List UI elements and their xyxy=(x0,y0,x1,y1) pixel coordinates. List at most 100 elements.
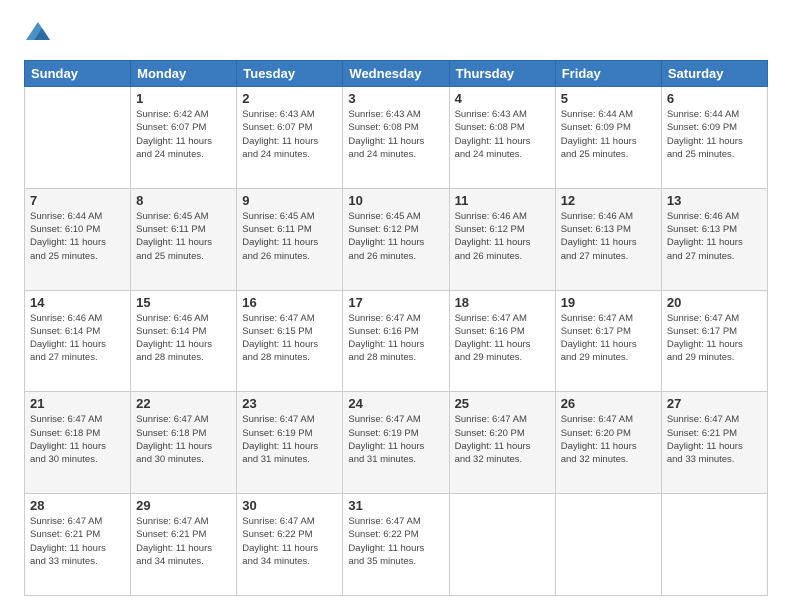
calendar-header-row: SundayMondayTuesdayWednesdayThursdayFrid… xyxy=(25,61,768,87)
calendar-cell: 18 Sunrise: 6:47 AM Sunset: 6:16 PM Dayli… xyxy=(449,290,555,392)
day-info: Sunrise: 6:44 AM Sunset: 6:10 PM Dayligh… xyxy=(30,210,125,263)
calendar-cell xyxy=(555,494,661,596)
calendar-cell: 9 Sunrise: 6:45 AM Sunset: 6:11 PM Daylig… xyxy=(237,188,343,290)
day-info: Sunrise: 6:45 AM Sunset: 6:12 PM Dayligh… xyxy=(348,210,443,263)
calendar-week-row: 14 Sunrise: 6:46 AM Sunset: 6:14 PM Dayli… xyxy=(25,290,768,392)
day-info: Sunrise: 6:46 AM Sunset: 6:13 PM Dayligh… xyxy=(561,210,656,263)
day-number: 7 xyxy=(30,193,125,208)
day-number: 15 xyxy=(136,295,231,310)
day-number: 3 xyxy=(348,91,443,106)
calendar-cell: 17 Sunrise: 6:47 AM Sunset: 6:16 PM Dayli… xyxy=(343,290,449,392)
day-info: Sunrise: 6:47 AM Sunset: 6:22 PM Dayligh… xyxy=(348,515,443,568)
day-info: Sunrise: 6:45 AM Sunset: 6:11 PM Dayligh… xyxy=(136,210,231,263)
calendar-cell: 21Sunrise: 6:47 AM Sunset: 6:18 PM Dayli… xyxy=(25,392,131,494)
day-info: Sunrise: 6:46 AM Sunset: 6:13 PM Dayligh… xyxy=(667,210,762,263)
day-number: 10 xyxy=(348,193,443,208)
calendar-cell: 1 Sunrise: 6:42 AM Sunset: 6:07 PM Daylig… xyxy=(131,87,237,189)
calendar-cell xyxy=(661,494,767,596)
page: SundayMondayTuesdayWednesdayThursdayFrid… xyxy=(0,0,792,612)
day-number: 2 xyxy=(242,91,337,106)
day-number: 17 xyxy=(348,295,443,310)
day-info: Sunrise: 6:47 AM Sunset: 6:21 PM Dayligh… xyxy=(30,515,125,568)
calendar-cell: 19 Sunrise: 6:47 AM Sunset: 6:17 PM Dayli… xyxy=(555,290,661,392)
day-info: Sunrise: 6:47 AM Sunset: 6:21 PM Dayligh… xyxy=(136,515,231,568)
day-info: Sunrise: 6:47 AM Sunset: 6:21 PM Dayligh… xyxy=(667,413,762,466)
day-number: 20 xyxy=(667,295,762,310)
day-info: Sunrise: 6:47 AM Sunset: 6:17 PM Dayligh… xyxy=(667,312,762,365)
calendar-cell: 10 Sunrise: 6:45 AM Sunset: 6:12 PM Dayli… xyxy=(343,188,449,290)
calendar-week-row: 28 Sunrise: 6:47 AM Sunset: 6:21 PM Dayli… xyxy=(25,494,768,596)
calendar-day-header: Wednesday xyxy=(343,61,449,87)
calendar-cell: 4Sunrise: 6:43 AM Sunset: 6:08 PM Daylig… xyxy=(449,87,555,189)
calendar-day-header: Monday xyxy=(131,61,237,87)
calendar-day-header: Sunday xyxy=(25,61,131,87)
calendar-table: SundayMondayTuesdayWednesdayThursdayFrid… xyxy=(24,60,768,596)
calendar-cell: 25Sunrise: 6:47 AM Sunset: 6:20 PM Dayli… xyxy=(449,392,555,494)
day-number: 22 xyxy=(136,396,231,411)
day-number: 31 xyxy=(348,498,443,513)
calendar-cell: 3 Sunrise: 6:43 AM Sunset: 6:08 PM Daylig… xyxy=(343,87,449,189)
logo-icon xyxy=(24,20,52,48)
day-number: 24 xyxy=(348,396,443,411)
calendar-cell xyxy=(449,494,555,596)
day-info: Sunrise: 6:46 AM Sunset: 6:14 PM Dayligh… xyxy=(136,312,231,365)
day-number: 19 xyxy=(561,295,656,310)
calendar-cell xyxy=(25,87,131,189)
logo xyxy=(24,20,56,48)
calendar-cell: 23Sunrise: 6:47 AM Sunset: 6:19 PM Dayli… xyxy=(237,392,343,494)
calendar-cell: 6 Sunrise: 6:44 AM Sunset: 6:09 PM Daylig… xyxy=(661,87,767,189)
calendar-day-header: Thursday xyxy=(449,61,555,87)
day-number: 5 xyxy=(561,91,656,106)
calendar-week-row: 21Sunrise: 6:47 AM Sunset: 6:18 PM Dayli… xyxy=(25,392,768,494)
calendar-cell: 31 Sunrise: 6:47 AM Sunset: 6:22 PM Dayli… xyxy=(343,494,449,596)
day-number: 21 xyxy=(30,396,125,411)
calendar-cell: 13 Sunrise: 6:46 AM Sunset: 6:13 PM Dayli… xyxy=(661,188,767,290)
day-info: Sunrise: 6:46 AM Sunset: 6:12 PM Dayligh… xyxy=(455,210,550,263)
day-number: 13 xyxy=(667,193,762,208)
calendar-cell: 15 Sunrise: 6:46 AM Sunset: 6:14 PM Dayli… xyxy=(131,290,237,392)
calendar-cell: 14 Sunrise: 6:46 AM Sunset: 6:14 PM Dayli… xyxy=(25,290,131,392)
calendar-cell: 30Sunrise: 6:47 AM Sunset: 6:22 PM Dayli… xyxy=(237,494,343,596)
day-info: Sunrise: 6:46 AM Sunset: 6:14 PM Dayligh… xyxy=(30,312,125,365)
day-number: 28 xyxy=(30,498,125,513)
day-number: 16 xyxy=(242,295,337,310)
day-info: Sunrise: 6:47 AM Sunset: 6:17 PM Dayligh… xyxy=(561,312,656,365)
calendar-cell: 27Sunrise: 6:47 AM Sunset: 6:21 PM Dayli… xyxy=(661,392,767,494)
calendar-cell: 11 Sunrise: 6:46 AM Sunset: 6:12 PM Dayli… xyxy=(449,188,555,290)
day-info: Sunrise: 6:43 AM Sunset: 6:08 PM Dayligh… xyxy=(348,108,443,161)
day-number: 11 xyxy=(455,193,550,208)
calendar-cell: 24 Sunrise: 6:47 AM Sunset: 6:19 PM Dayli… xyxy=(343,392,449,494)
day-number: 9 xyxy=(242,193,337,208)
day-info: Sunrise: 6:47 AM Sunset: 6:16 PM Dayligh… xyxy=(348,312,443,365)
calendar-cell: 26 Sunrise: 6:47 AM Sunset: 6:20 PM Dayli… xyxy=(555,392,661,494)
calendar-day-header: Tuesday xyxy=(237,61,343,87)
day-info: Sunrise: 6:43 AM Sunset: 6:08 PM Dayligh… xyxy=(455,108,550,161)
day-info: Sunrise: 6:44 AM Sunset: 6:09 PM Dayligh… xyxy=(667,108,762,161)
calendar-day-header: Friday xyxy=(555,61,661,87)
day-info: Sunrise: 6:42 AM Sunset: 6:07 PM Dayligh… xyxy=(136,108,231,161)
calendar-cell: 16Sunrise: 6:47 AM Sunset: 6:15 PM Dayli… xyxy=(237,290,343,392)
day-info: Sunrise: 6:47 AM Sunset: 6:20 PM Dayligh… xyxy=(455,413,550,466)
calendar-cell: 12 Sunrise: 6:46 AM Sunset: 6:13 PM Dayli… xyxy=(555,188,661,290)
day-info: Sunrise: 6:47 AM Sunset: 6:19 PM Dayligh… xyxy=(242,413,337,466)
calendar-week-row: 7 Sunrise: 6:44 AM Sunset: 6:10 PM Daylig… xyxy=(25,188,768,290)
day-number: 12 xyxy=(561,193,656,208)
calendar-cell: 5 Sunrise: 6:44 AM Sunset: 6:09 PM Daylig… xyxy=(555,87,661,189)
calendar-cell: 29 Sunrise: 6:47 AM Sunset: 6:21 PM Dayli… xyxy=(131,494,237,596)
day-info: Sunrise: 6:47 AM Sunset: 6:20 PM Dayligh… xyxy=(561,413,656,466)
day-number: 6 xyxy=(667,91,762,106)
day-number: 8 xyxy=(136,193,231,208)
day-info: Sunrise: 6:43 AM Sunset: 6:07 PM Dayligh… xyxy=(242,108,337,161)
day-info: Sunrise: 6:47 AM Sunset: 6:19 PM Dayligh… xyxy=(348,413,443,466)
day-info: Sunrise: 6:44 AM Sunset: 6:09 PM Dayligh… xyxy=(561,108,656,161)
day-number: 1 xyxy=(136,91,231,106)
day-number: 29 xyxy=(136,498,231,513)
day-number: 18 xyxy=(455,295,550,310)
day-info: Sunrise: 6:47 AM Sunset: 6:16 PM Dayligh… xyxy=(455,312,550,365)
calendar-cell: 22Sunrise: 6:47 AM Sunset: 6:18 PM Dayli… xyxy=(131,392,237,494)
day-info: Sunrise: 6:45 AM Sunset: 6:11 PM Dayligh… xyxy=(242,210,337,263)
header xyxy=(24,20,768,48)
day-number: 14 xyxy=(30,295,125,310)
day-number: 26 xyxy=(561,396,656,411)
calendar-cell: 2 Sunrise: 6:43 AM Sunset: 6:07 PM Daylig… xyxy=(237,87,343,189)
